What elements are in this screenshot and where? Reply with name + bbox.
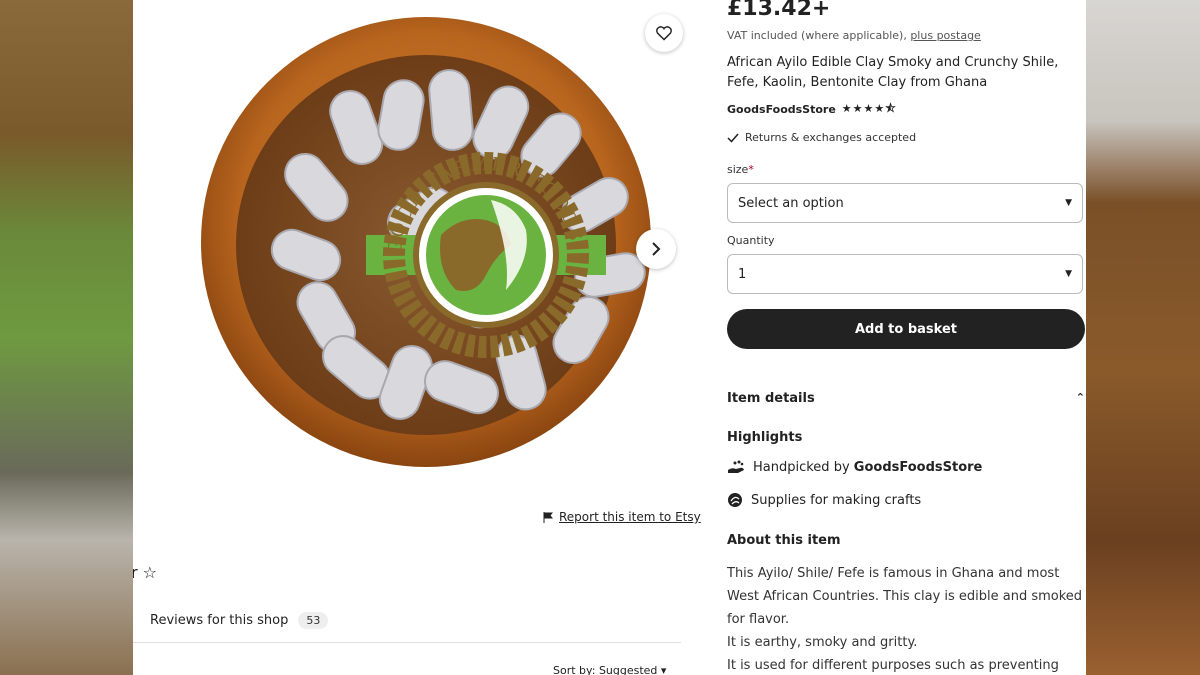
supplies-text: Supplies for making crafts <box>751 492 922 508</box>
divider <box>133 642 681 643</box>
chevron-up-icon: ⌃ <box>1075 391 1085 404</box>
caret-down-icon: ▼ <box>1065 269 1072 279</box>
about-line: West African Countries. This clay is edi… <box>727 589 1083 604</box>
size-select-value: Select an option <box>738 195 844 211</box>
handpicked-shop-link[interactable]: GoodsFoodsStore <box>854 460 983 475</box>
favorite-button[interactable] <box>645 14 683 52</box>
price: £13.42+ <box>727 0 831 21</box>
rating-fragment: r ☆ <box>133 563 158 582</box>
size-label-text: size <box>727 163 749 176</box>
report-link[interactable]: Report this item to Etsy <box>559 510 701 524</box>
sort-label: Sort by: Suggested <box>553 664 658 675</box>
quantity-label: Quantity <box>727 234 775 247</box>
add-to-basket-button[interactable]: Add to basket <box>727 309 1085 349</box>
reviews-header: Reviews for this shop 53 <box>150 612 329 629</box>
required-mark: * <box>748 163 754 176</box>
item-details-toggle[interactable]: Item details ⌃ <box>727 391 1085 406</box>
about-line: It is earthy, smoky and gritty. <box>727 635 918 650</box>
shop-info: GoodsFoodsStore ★★★★⯪ <box>727 100 897 119</box>
caret-down-icon: ▾ <box>660 664 667 675</box>
size-label: size* <box>727 163 754 176</box>
quantity-select-value: 1 <box>738 266 747 282</box>
size-select[interactable]: Select an option ▼ <box>727 183 1083 223</box>
vat-note: VAT included (where applicable), plus po… <box>727 29 981 42</box>
about-line: for flavor. <box>727 612 790 627</box>
background-blur-right <box>1086 0 1200 675</box>
shop-rating-stars: ★★★★⯪ <box>841 102 897 115</box>
reviews-count-badge: 53 <box>298 612 329 629</box>
about-line: This Ayilo/ Shile/ Fefe is famous in Gha… <box>727 566 1060 581</box>
postage-link[interactable]: plus postage <box>910 29 981 42</box>
listing-title: African Ayilo Edible Clay Smoky and Crun… <box>727 55 1059 90</box>
background-blur-left <box>0 0 133 675</box>
returns-text: Returns & exchanges accepted <box>745 131 917 144</box>
heart-icon <box>656 26 672 41</box>
check-icon <box>727 133 739 143</box>
returns-policy: Returns & exchanges accepted <box>727 131 916 144</box>
report-item[interactable]: Report this item to Etsy <box>543 510 701 524</box>
flag-icon <box>543 511 553 523</box>
buy-box: £13.42+ VAT included (where applicable),… <box>727 0 1086 675</box>
about-heading: About this item <box>727 533 841 548</box>
next-image-button[interactable] <box>636 229 676 269</box>
item-details-label: Item details <box>727 391 815 406</box>
shop-name[interactable]: GoodsFoodsStore <box>727 103 836 116</box>
highlights-heading: Highlights <box>727 430 803 445</box>
listing-page: GOOD FARMER FOODS Report this item to Et… <box>133 0 1086 675</box>
reviews-label: Reviews for this shop <box>150 613 289 628</box>
chevron-right-icon <box>652 242 661 256</box>
handpicked-prefix: Handpicked by <box>753 459 850 475</box>
craft-icon <box>728 493 742 507</box>
vat-text: VAT included (where applicable), <box>727 29 907 42</box>
product-image[interactable]: GOOD FARMER FOODS <box>133 0 721 490</box>
caret-down-icon: ▼ <box>1065 198 1072 208</box>
quantity-select[interactable]: 1 ▼ <box>727 254 1083 294</box>
hand-icon <box>728 460 744 473</box>
about-description: This Ayilo/ Shile/ Fefe is famous in Gha… <box>727 562 1086 675</box>
sort-dropdown[interactable]: Sort by: Suggested ▾ <box>553 664 666 675</box>
about-line: It is used for different purposes such a… <box>727 658 1059 673</box>
highlight-supplies: Supplies for making crafts <box>727 492 921 508</box>
highlight-handpicked: Handpicked by GoodsFoodsStore <box>727 459 982 475</box>
